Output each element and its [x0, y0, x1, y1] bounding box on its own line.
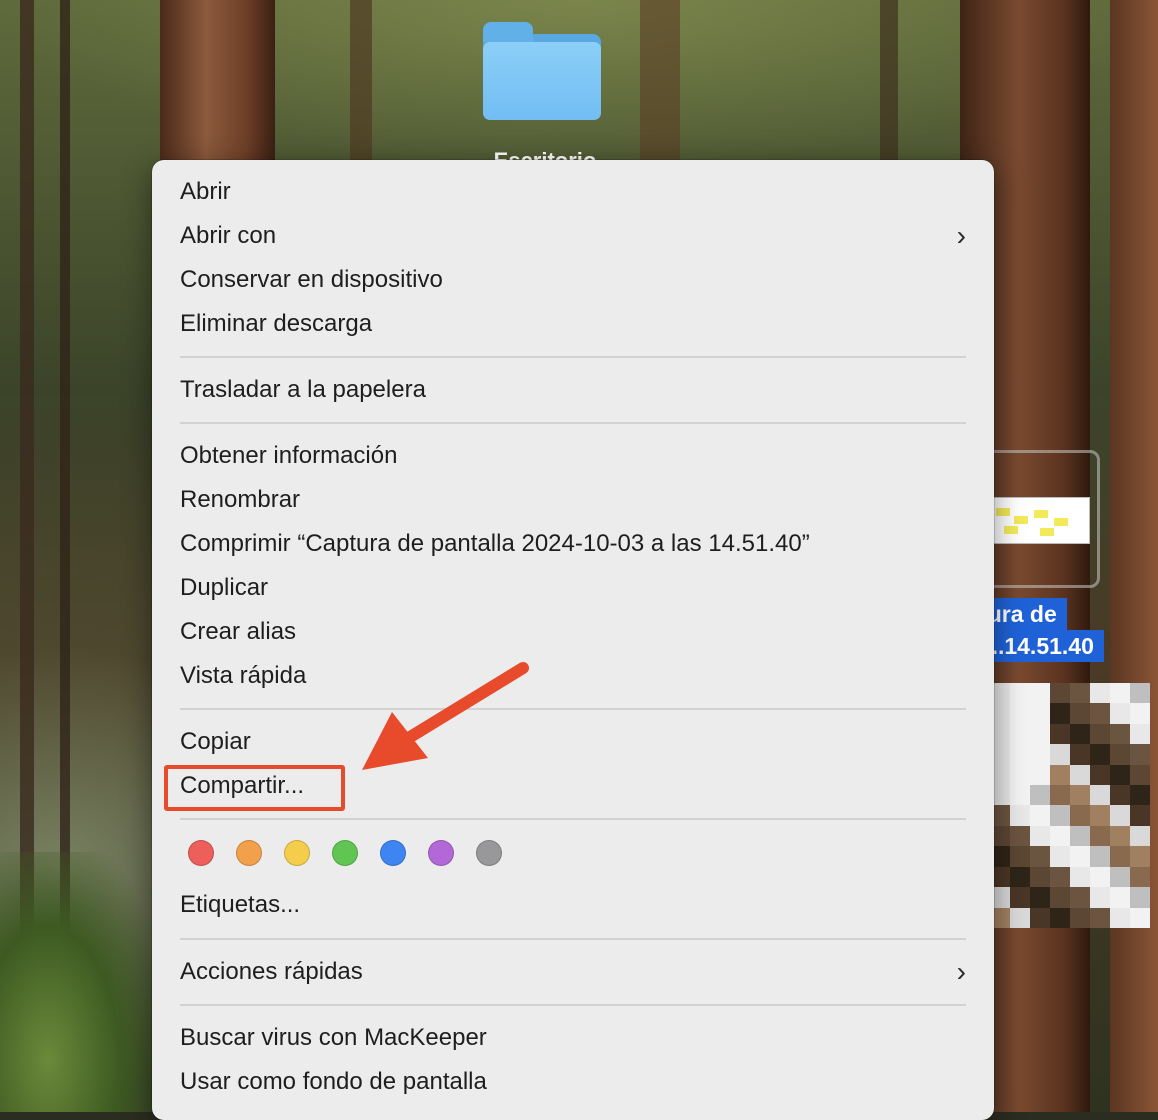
menu-separator — [180, 1004, 966, 1006]
tag-purple-dot[interactable] — [428, 840, 454, 866]
annotation-highlight-box — [164, 765, 345, 811]
menu-item-label: Etiquetas... — [180, 891, 301, 918]
menu-item-conservar-en-dispositivo[interactable]: Conservar en dispositivo — [180, 260, 966, 300]
menu-item-crear-alias[interactable]: Crear alias — [180, 612, 966, 652]
menu-item-label: Usar como fondo de pantalla — [180, 1068, 487, 1095]
annotation-arrow-icon — [362, 662, 529, 770]
menu-item-label: Eliminar descarga — [180, 310, 373, 337]
menu-item-eliminar-descarga[interactable]: Eliminar descarga — [180, 304, 966, 344]
menu-item-label: Conservar en dispositivo — [180, 266, 443, 293]
menu-item-label: Copiar — [180, 728, 251, 755]
desktop-folder-icon[interactable] — [483, 22, 601, 120]
menu-separator — [180, 938, 966, 940]
menu-item-label: Abrir con — [180, 222, 277, 249]
menu-item-abrir[interactable]: Abrir — [180, 172, 966, 212]
menu-item-usar-como-fondo[interactable]: Usar como fondo de pantalla — [180, 1062, 966, 1102]
menu-item-copiar[interactable]: Copiar — [180, 722, 966, 762]
pixelated-desktop-item — [990, 683, 1150, 928]
menu-item-label: Renombrar — [180, 486, 301, 513]
menu-item-label: Crear alias — [180, 618, 297, 645]
menu-item-label: Buscar virus con MacKeeper — [180, 1024, 487, 1051]
menu-separator — [180, 818, 966, 820]
menu-item-label: Comprimir “Captura de pantalla 2024-10-0… — [180, 530, 810, 557]
menu-item-abrir-con[interactable]: Abrir con › — [180, 216, 966, 256]
menu-separator — [180, 422, 966, 424]
menu-item-label: Obtener información — [180, 442, 398, 469]
tag-red-dot[interactable] — [188, 840, 214, 866]
tag-green-dot[interactable] — [332, 840, 358, 866]
menu-item-label: Abrir — [180, 178, 231, 205]
menu-item-etiquetas[interactable]: Etiquetas... — [180, 885, 966, 925]
chevron-right-icon: › — [956, 220, 966, 251]
tag-yellow-dot[interactable] — [284, 840, 310, 866]
menu-item-obtener-informacion[interactable]: Obtener información — [180, 436, 966, 476]
context-menu: Abrir Abrir con › Conservar en dispositi… — [152, 160, 994, 1120]
menu-item-label: Duplicar — [180, 574, 269, 601]
menu-item-acciones-rapidas[interactable]: Acciones rápidas › — [180, 952, 966, 992]
menu-separator — [180, 356, 966, 358]
chevron-right-icon: › — [956, 956, 966, 987]
menu-item-label: Trasladar a la papelera — [180, 376, 426, 403]
menu-item-buscar-virus-mackeeper[interactable]: Buscar virus con MacKeeper — [180, 1018, 966, 1058]
tag-blue-dot[interactable] — [380, 840, 406, 866]
menu-item-vista-rapida[interactable]: Vista rápida — [180, 656, 966, 696]
menu-item-renombrar[interactable]: Renombrar — [180, 480, 966, 520]
menu-item-label: Vista rápida — [180, 662, 307, 689]
tag-orange-dot[interactable] — [236, 840, 262, 866]
menu-item-trasladar-a-la-papelera[interactable]: Trasladar a la papelera — [180, 370, 966, 410]
menu-item-label: Acciones rápidas — [180, 958, 363, 985]
tag-gray-dot[interactable] — [476, 840, 502, 866]
menu-item-duplicar[interactable]: Duplicar — [180, 568, 966, 608]
menu-item-comprimir[interactable]: Comprimir “Captura de pantalla 2024-10-0… — [180, 524, 966, 564]
menu-separator — [180, 708, 966, 710]
